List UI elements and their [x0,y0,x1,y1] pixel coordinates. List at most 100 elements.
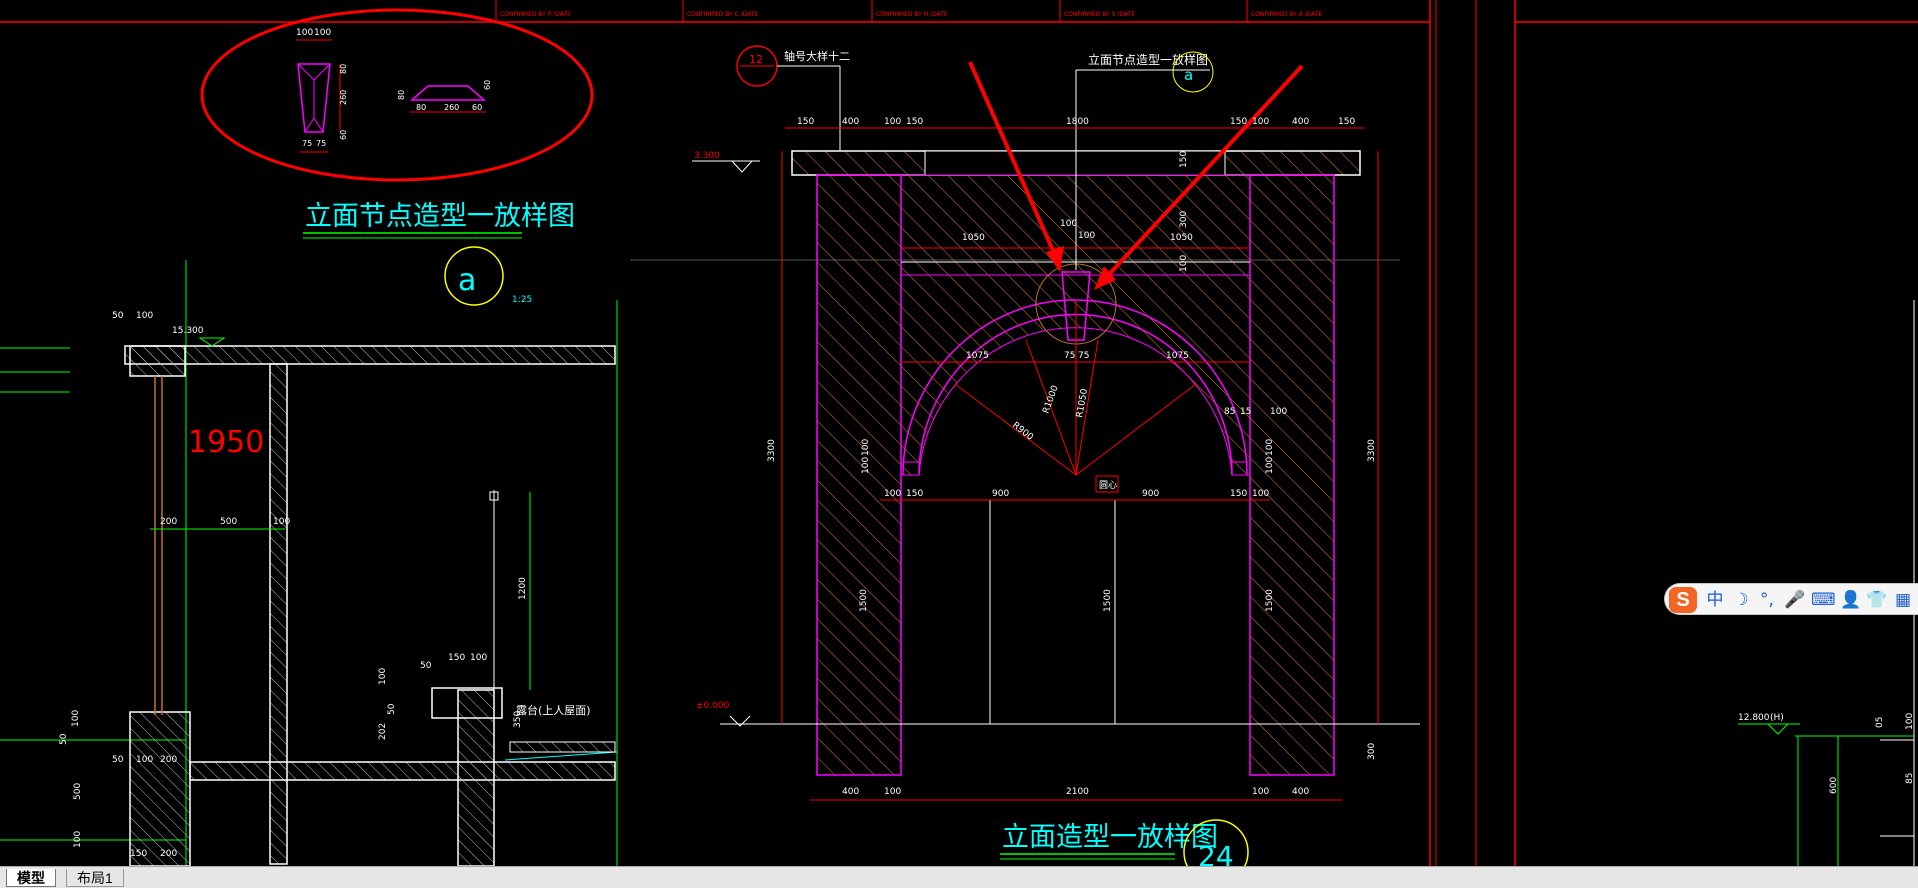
keyboard-icon[interactable]: ⌨ [1811,589,1836,611]
dim-text: 150 [797,117,814,127]
elevation-main: R900 R1000 R1050 圆心 12 轴号大样十二 立面节点造型一放样图 [630,45,1420,866]
elevation-title: 立面造型一放样图 [1002,822,1218,853]
dim-text: 50 [59,733,69,745]
toolbox-icon[interactable]: ▦ [1891,589,1915,611]
dim-text: 400 [842,117,859,127]
dim-text: 100 [884,117,901,127]
dim-text: 150 [906,117,923,127]
skin-icon[interactable]: 👕 [1865,589,1889,611]
dim-text: 900 [1142,489,1159,499]
dim-text: 1075 [966,351,989,361]
title-block-text: CONFIRMED BY C /DATE [687,11,759,18]
dim-text: 100 [378,668,388,685]
dim-text: 1800 [1066,117,1089,127]
dim-text: 200 [160,755,177,765]
dim-text: 100 [1252,489,1269,499]
dim-text: 100 [136,755,153,765]
top-ref-text: 立面节点造型一放样图 [1088,52,1208,67]
dim-text: 260 [339,90,348,105]
detail-a: 100 100 80 260 60 75 75 80 260 60 80 60 … [200,8,594,306]
dim-text: 400 [1292,117,1309,127]
dim-text: 200 [160,517,177,527]
tab-model[interactable]: 模型 [6,869,56,887]
dim-text: 80 [397,90,406,100]
dim-text: 300 [1367,743,1377,760]
dim-text: 100 [1179,255,1189,272]
dim-text: 100 [1060,219,1077,229]
dim-text: 100 [861,457,871,474]
elev-text: 15.300 [172,326,204,336]
dim-text: 1500 [859,589,869,612]
dim-text: 3300 [1367,439,1377,462]
punctuation-icon[interactable]: °, [1755,589,1779,611]
dim-text: 150 [1179,151,1189,168]
dim-text: 100 [1270,407,1287,417]
microphone-icon[interactable]: 🎤 [1783,589,1807,611]
center-mark: 圆心 [1099,480,1117,491]
dim-text: 2100 [1066,787,1089,797]
dim-text: 100 [861,439,871,456]
dim-text: 85 [1905,773,1915,784]
dim-text: 260 [444,103,459,112]
right-panel: 12.800 (H) 05 100 600 85 [1738,713,1915,866]
dim-text: 100 [296,28,313,38]
dim-text: 900 [992,489,1009,499]
dim-text: 100 [73,831,83,848]
layout-tab-bar: 模型 布局1 [0,866,1918,888]
dim-text: 50 [387,703,397,715]
dim-text: 100 [1252,117,1269,127]
dim-text: 50 [420,661,432,671]
dim-text: 150 [1230,117,1247,127]
dim-text: 50 [112,755,124,765]
dim-text: 100 [470,653,487,663]
cad-canvas[interactable]: CONFIRMED BY P /DATE CONFIRMED BY C /DAT… [0,0,1918,866]
dim-text: 1075 [1166,351,1189,361]
title-block-text: CONFIRMED BY P /DATE [500,11,571,18]
tab-layout1[interactable]: 布局1 [66,869,124,887]
dim-text: 100 [1265,457,1275,474]
dim-text: 100 [884,489,901,499]
title-block-text: CONFIRMED BY H /DATE [876,11,948,18]
dim-text: 75 [1064,351,1075,361]
elev-text: 3.300 [694,151,720,161]
dim-text: 100 [71,710,81,727]
dim-text: 500 [220,517,237,527]
dim-text: 15 [1240,407,1251,417]
big-label: 1950 [188,425,264,460]
ime-mode-button[interactable]: 中 [1703,589,1727,611]
elevation-number: 24 [1198,840,1234,866]
moon-icon[interactable]: ☽ [1729,589,1753,611]
dim-text: 1200 [518,577,528,600]
callout-text: 轴号大样十二 [784,49,850,63]
dim-text: 80 [339,64,348,74]
dim-text: 150 [1230,489,1247,499]
dim-text: 3300 [767,439,777,462]
elev-text: (H) [1770,713,1784,723]
dim-text: 400 [1292,787,1309,797]
user-icon[interactable]: 👤 [1839,589,1863,611]
dim-text: 500 [73,783,83,800]
dim-text: 1050 [962,233,985,243]
dim-text: 60 [472,103,482,112]
dim-text: 202 [378,723,388,740]
dim-text: 100 [1252,787,1269,797]
title-block-text: CONFIRMED BY A /DATE [1251,11,1322,18]
dim-text: 100 [884,787,901,797]
dim-text: 150 [906,489,923,499]
dim-text: 400 [842,787,859,797]
dim-text: 80 [416,103,426,112]
dim-text: 75 [316,139,326,148]
detail-title: 立面节点造型一放样图 [305,201,575,232]
dim-text: 60 [339,130,348,140]
title-block-text: CONFIRMED BY S /DATE [1064,11,1135,18]
scale-text: 1:25 [512,295,532,305]
dim-text: 300 [1179,211,1189,228]
elev-text: ±0.000 [696,701,730,711]
detail-marker-text: a [458,263,476,298]
sogou-logo-icon[interactable]: S [1669,587,1697,613]
dim-text: 100 [1905,713,1915,730]
section-left: 1950 200 500 100 15.300 50 100 1200 150 … [0,260,618,866]
ime-toolbar[interactable]: S 中 ☽ °, 🎤 ⌨ 👤 👕 ▦ [1664,583,1918,615]
elev-text: 12.800 [1738,713,1770,723]
dim-text: 100 [1078,231,1095,241]
